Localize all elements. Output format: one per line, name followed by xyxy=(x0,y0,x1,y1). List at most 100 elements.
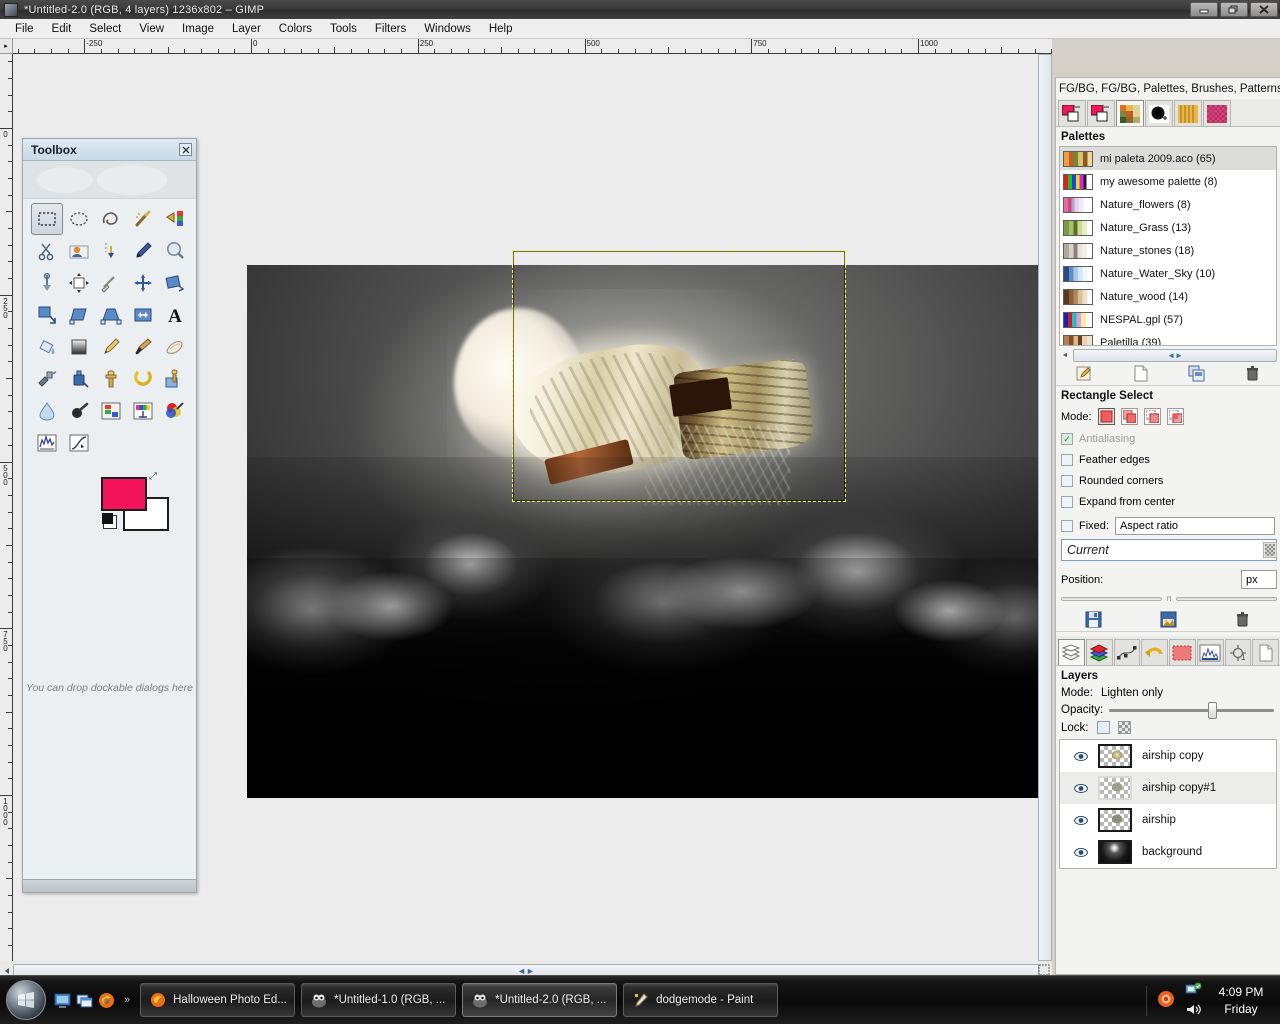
scroll-left-arrow-icon[interactable]: ◄ xyxy=(1059,349,1071,362)
save-tool-options-button[interactable] xyxy=(1056,611,1131,628)
antialiasing-option[interactable]: ✓ Antialiasing xyxy=(1061,433,1275,445)
switch-window-icon[interactable] xyxy=(76,992,93,1009)
move-tool[interactable] xyxy=(63,267,95,299)
menu-file[interactable]: File xyxy=(6,21,43,37)
document-history-tab[interactable] xyxy=(1252,639,1279,665)
list-item[interactable]: Paletilla (39) xyxy=(1060,331,1276,345)
menu-image[interactable]: Image xyxy=(173,21,223,37)
blur-sharpen-tool[interactable] xyxy=(31,395,63,427)
menu-help[interactable]: Help xyxy=(480,21,522,37)
chevron-right-icon[interactable]: » xyxy=(124,994,130,1006)
minimize-button[interactable] xyxy=(1190,2,1218,17)
firefox-icon[interactable] xyxy=(98,992,115,1009)
scale-tool[interactable] xyxy=(31,299,63,331)
rounded-corners-checkbox[interactable] xyxy=(1061,475,1073,487)
curves-tool[interactable] xyxy=(63,427,95,459)
selection-editor-tab[interactable] xyxy=(1169,639,1196,665)
perspective-tool[interactable] xyxy=(95,299,127,331)
toolbox-resize-grip[interactable] xyxy=(23,879,196,892)
expand-from-center-checkbox[interactable] xyxy=(1061,496,1073,508)
undo-history-tab[interactable] xyxy=(1141,639,1168,665)
update-icon[interactable] xyxy=(1157,990,1175,1011)
canvas-vertical-scrollbar[interactable] xyxy=(1038,54,1052,961)
paths-tool[interactable] xyxy=(95,235,127,267)
menu-windows[interactable]: Windows xyxy=(415,21,480,37)
position-y-slider[interactable] xyxy=(1175,597,1277,601)
table-row[interactable]: background xyxy=(1060,836,1276,868)
patterns-tab[interactable] xyxy=(1174,100,1202,126)
ellipse-select-tool[interactable] xyxy=(63,203,95,235)
position-x-slider[interactable] xyxy=(1061,597,1163,601)
scroll-thumb[interactable]: ◄► xyxy=(1073,348,1277,362)
network-icon[interactable] xyxy=(1185,982,1202,1000)
feather-edges-checkbox[interactable] xyxy=(1061,454,1073,466)
lock-pixels-toggle[interactable] xyxy=(1096,721,1110,734)
list-item[interactable]: Nature_stones (18) xyxy=(1060,239,1276,262)
clone-tool[interactable] xyxy=(95,363,127,395)
free-select-tool[interactable] xyxy=(95,203,127,235)
smudge-tool[interactable] xyxy=(63,395,95,427)
pointer-tab[interactable]: 1 xyxy=(1224,639,1252,665)
eye-icon[interactable] xyxy=(1074,814,1088,826)
edit-palette-button[interactable] xyxy=(1056,365,1112,382)
ink-tool[interactable] xyxy=(63,363,95,395)
rounded-corners-option[interactable]: Rounded corners xyxy=(1061,475,1275,487)
pencil-tool[interactable] xyxy=(95,331,127,363)
crop-tool[interactable] xyxy=(127,267,159,299)
volume-icon[interactable] xyxy=(1185,1002,1202,1020)
table-row[interactable]: airship copy#1 xyxy=(1060,772,1276,804)
fgbg-tab-1[interactable] xyxy=(1058,100,1086,126)
scissors-select-tool[interactable] xyxy=(31,235,63,267)
eye-icon[interactable] xyxy=(1074,750,1088,762)
fixed-option[interactable]: Fixed: Aspect ratio xyxy=(1061,517,1275,535)
bucket-fill-tool[interactable] xyxy=(31,331,63,363)
list-item[interactable]: Nature_Grass (13) xyxy=(1060,216,1276,239)
menu-view[interactable]: View xyxy=(130,21,173,37)
list-item[interactable]: Nature_wood (14) xyxy=(1060,285,1276,308)
menu-select[interactable]: Select xyxy=(80,21,130,37)
zoom-tool[interactable] xyxy=(159,235,191,267)
table-row[interactable]: airship xyxy=(1060,804,1276,836)
rect-select-tool[interactable] xyxy=(31,203,63,235)
delete-tool-options-button[interactable] xyxy=(1205,611,1280,628)
mode-replace[interactable] xyxy=(1097,408,1115,425)
feather-edges-option[interactable]: Feather edges xyxy=(1061,454,1275,466)
mode-add[interactable] xyxy=(1120,408,1138,425)
paths-tab[interactable] xyxy=(1113,639,1141,665)
layers-list[interactable]: airship copy airship copy#1 airship back… xyxy=(1059,739,1277,869)
taskbar-item-untitled-1[interactable]: *Untitled-1.0 (RGB, ... xyxy=(301,983,457,1017)
fuzzy-select-tool[interactable] xyxy=(127,203,159,235)
gradients-tab[interactable] xyxy=(1203,100,1231,126)
palettes-list[interactable]: mi paleta 2009.aco (65) my awesome palet… xyxy=(1059,146,1277,346)
dodge-burn-tool[interactable] xyxy=(95,395,127,427)
position-unit-field[interactable]: px xyxy=(1241,570,1277,589)
show-desktop-icon[interactable] xyxy=(54,992,71,1009)
layer-mode-value[interactable]: Lighten only xyxy=(1101,687,1163,699)
vertical-ruler[interactable]: 0 250 500 750 1000 xyxy=(0,54,13,961)
gradient-tool[interactable] xyxy=(63,331,95,363)
horizontal-ruler[interactable]: -250 0 250 500 750 1000 xyxy=(13,39,1052,54)
mode-intersect[interactable] xyxy=(1166,408,1184,425)
image-canvas[interactable] xyxy=(247,265,1045,798)
alignment-tool[interactable] xyxy=(95,267,127,299)
mode-subtract[interactable] xyxy=(1143,408,1161,425)
fixed-checkbox[interactable] xyxy=(1061,520,1073,532)
eraser-tool[interactable] xyxy=(159,331,191,363)
list-item[interactable]: NESPAL.gpl (57) xyxy=(1060,308,1276,331)
menu-colors[interactable]: Colors xyxy=(270,21,321,37)
list-item[interactable]: my awesome palette (8) xyxy=(1060,170,1276,193)
palettes-horizontal-scrollbar[interactable]: ◄ ◄► xyxy=(1059,348,1277,362)
airbrush-tool[interactable] xyxy=(31,363,63,395)
list-item[interactable]: mi paleta 2009.aco (65) xyxy=(1060,147,1276,170)
levels-tool[interactable] xyxy=(31,427,63,459)
color-picker-tool[interactable] xyxy=(127,235,159,267)
palettes-tab[interactable] xyxy=(1116,100,1144,126)
taskbar-item-dodgemode-paint[interactable]: dodgemode - Paint xyxy=(623,983,779,1017)
colors-tool[interactable] xyxy=(159,395,191,427)
layers-tab[interactable] xyxy=(1058,639,1085,665)
color-balance-tool[interactable] xyxy=(127,395,159,427)
paintbrush-tool[interactable] xyxy=(127,331,159,363)
text-tool[interactable]: A xyxy=(159,299,191,331)
position-link-icon[interactable]: ⊓ xyxy=(1166,595,1171,603)
taskbar-clock[interactable]: 4:09 PM Friday xyxy=(1212,984,1270,1018)
